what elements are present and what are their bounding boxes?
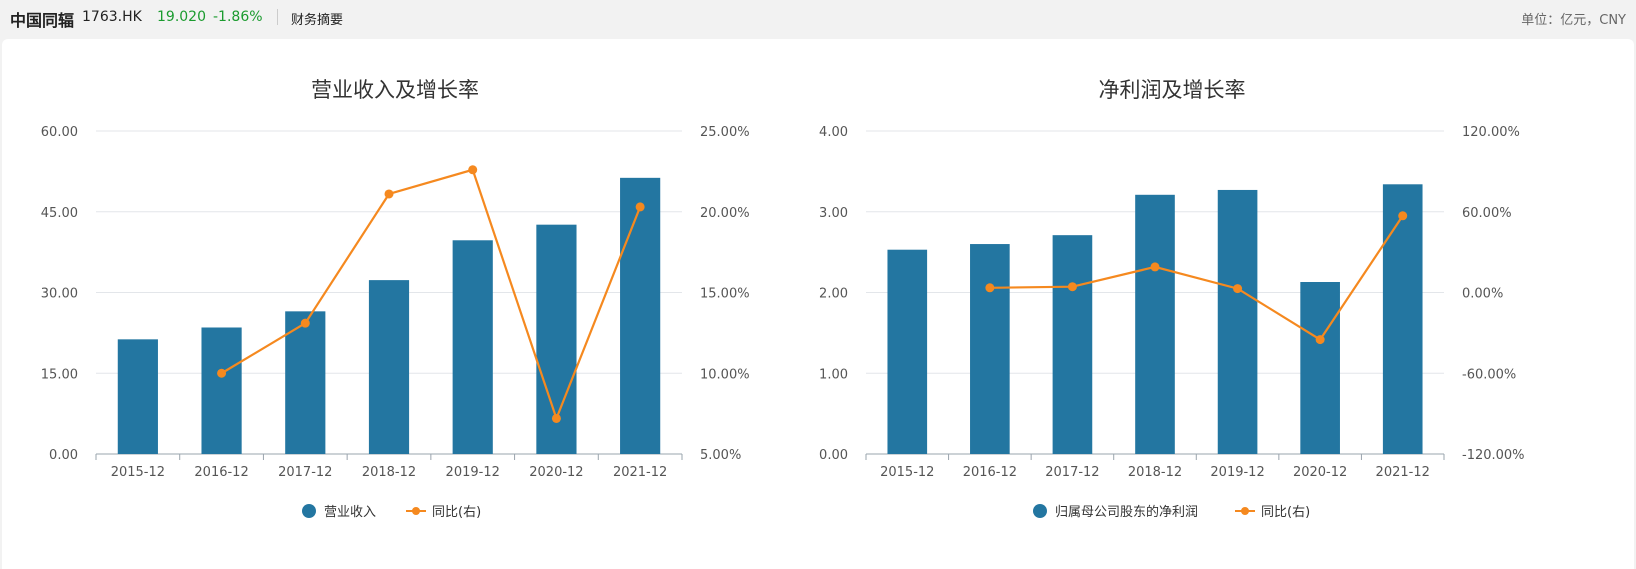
left-tick-label: 60.00 <box>41 125 78 140</box>
left-tick-label: 0.00 <box>49 448 78 463</box>
right-tick-label: 10.00% <box>700 367 750 382</box>
charts-canvas: 营业收入及增长率 0.00 15.00 30.00 45.00 60.00 5.00% 10.… <box>41 78 1525 520</box>
bar <box>970 244 1010 454</box>
x-tick-label: 2021-12 <box>1376 465 1430 480</box>
chart-title: 营业收入及增长率 <box>311 78 479 102</box>
growth-point <box>384 189 394 199</box>
right-tick-label: 60.00% <box>1462 206 1512 221</box>
bar <box>1217 189 1258 454</box>
right-tick-label: 0.00% <box>1462 287 1503 302</box>
left-tick-label: 3.00 <box>819 206 848 221</box>
left-tick-label: 30.00 <box>41 287 78 302</box>
x-tick-label: 2015-12 <box>111 465 165 480</box>
legend: 营业收入 同比(右) <box>302 504 481 520</box>
legend: 归属母公司股东的净利润 同比(右) <box>1033 504 1310 520</box>
legend-line-label: 同比(右) <box>432 505 481 520</box>
x-tick-label: 2016-12 <box>194 465 248 480</box>
left-tick-label: 2.00 <box>819 287 848 302</box>
right-tick-label: 20.00% <box>700 206 750 221</box>
right-tick-label: -120.00% <box>1462 448 1525 463</box>
legend-line-dot <box>412 507 420 515</box>
legend-bar-label: 归属母公司股东的净利润 <box>1055 504 1198 520</box>
bar <box>201 327 242 454</box>
right-tick-label: 25.00% <box>700 125 750 140</box>
bar <box>620 177 661 454</box>
x-tick-label: 2017-12 <box>1045 465 1099 480</box>
bar <box>1135 194 1175 455</box>
x-tick-label: 2016-12 <box>963 465 1017 480</box>
legend-bar-label: 营业收入 <box>324 505 376 520</box>
growth-point <box>1067 282 1077 292</box>
growth-point <box>985 283 995 293</box>
left-tick-label: 0.00 <box>819 448 848 463</box>
x-tick-label: 2020-12 <box>1293 465 1347 480</box>
chart-title: 净利润及增长率 <box>1099 78 1246 102</box>
x-tick-label: 2020-12 <box>529 465 583 480</box>
legend-line-dot <box>1241 507 1249 515</box>
x-tick-label: 2019-12 <box>446 465 500 480</box>
growth-line <box>221 168 642 422</box>
chart-1: 营业收入及增长率 0.00 15.00 30.00 45.00 60.00 5.00% 10.… <box>41 78 750 520</box>
chart-2: 净利润及增长率 0.00 1.00 2.00 3.00 4.00 -120.00% -60.0… <box>819 78 1524 520</box>
x-tick-label: 2017-12 <box>278 465 332 480</box>
growth-point <box>1233 284 1243 294</box>
x-tick-label: 2019-12 <box>1210 465 1264 480</box>
left-tick-label: 15.00 <box>41 367 78 382</box>
bar <box>1052 235 1093 454</box>
left-tick-label: 4.00 <box>819 125 848 140</box>
x-tick-label: 2015-12 <box>880 465 934 480</box>
growth-line <box>989 215 1404 342</box>
left-tick-label: 45.00 <box>41 206 78 221</box>
right-tick-label: -60.00% <box>1462 367 1516 382</box>
growth-point <box>1398 211 1408 221</box>
legend-bar-marker <box>302 504 316 518</box>
bar <box>1300 282 1340 454</box>
x-tick-label: 2018-12 <box>1128 465 1182 480</box>
bar <box>117 339 158 454</box>
legend-line-label: 同比(右) <box>1261 505 1310 520</box>
growth-point <box>468 165 478 175</box>
bar <box>368 280 410 454</box>
x-tick-label: 2018-12 <box>362 465 416 480</box>
right-tick-label: 120.00% <box>1462 125 1520 140</box>
right-tick-label: 15.00% <box>700 287 750 302</box>
growth-point <box>551 413 561 423</box>
bar <box>452 240 493 454</box>
left-tick-label: 1.00 <box>819 367 848 382</box>
growth-point <box>1315 335 1325 345</box>
bar <box>1382 184 1423 455</box>
bar <box>887 249 928 454</box>
growth-point <box>300 318 310 328</box>
x-tick-label: 2021-12 <box>613 465 667 480</box>
growth-point <box>1150 262 1160 272</box>
right-tick-label: 5.00% <box>700 448 741 463</box>
legend-bar-marker <box>1033 504 1047 518</box>
growth-point <box>635 202 645 212</box>
growth-point <box>217 368 227 378</box>
